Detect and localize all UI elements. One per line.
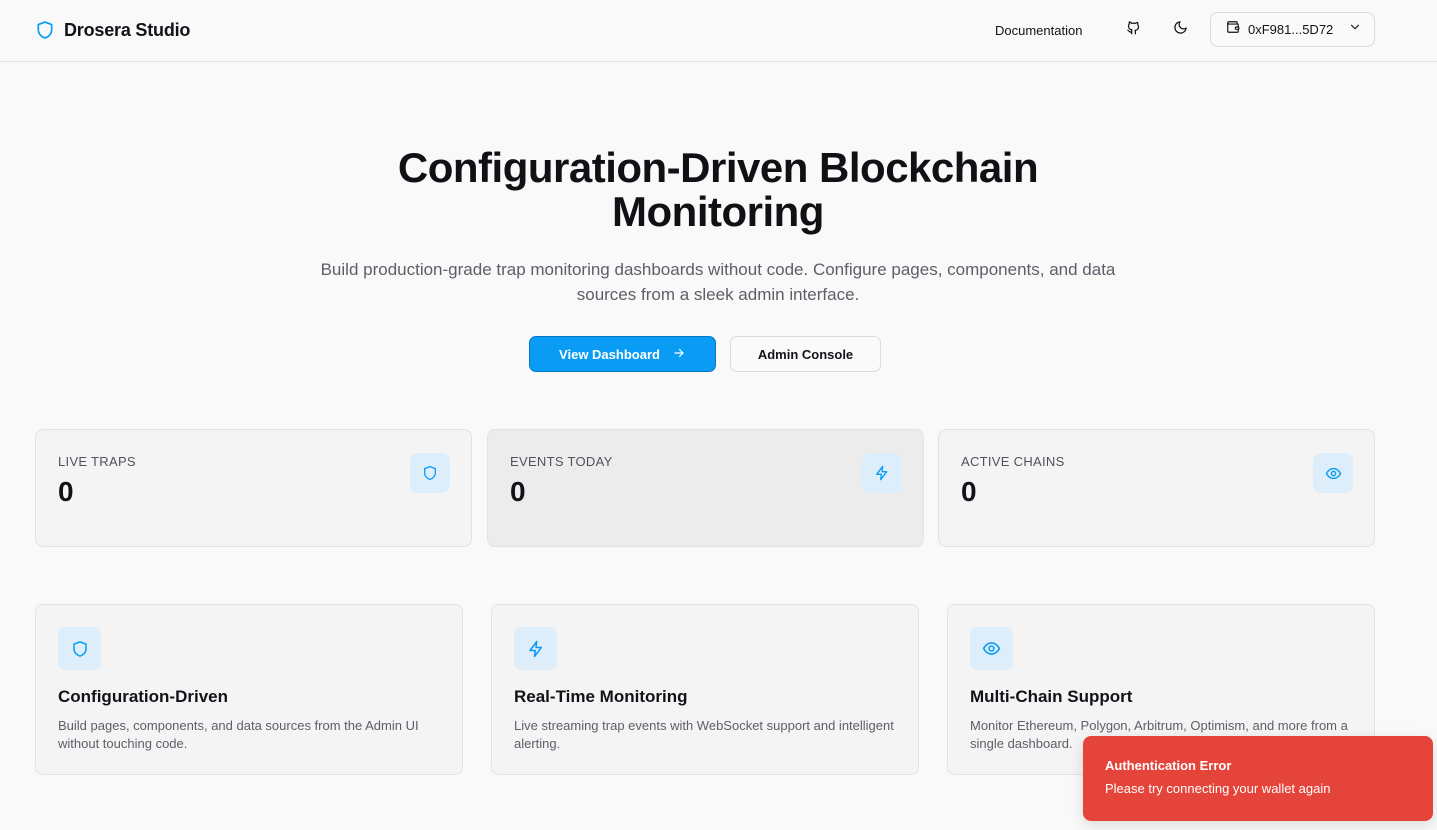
shield-icon bbox=[35, 20, 55, 40]
github-icon bbox=[1126, 20, 1141, 40]
stat-value: 0 bbox=[510, 476, 526, 507]
stat-card-live-traps: LIVE TRAPS 0 bbox=[35, 429, 472, 547]
feature-description: Build pages, components, and data source… bbox=[58, 718, 419, 751]
view-dashboard-button[interactable]: View Dashboard bbox=[529, 336, 716, 372]
hero-title: Configuration-Driven Blockchain Monitori… bbox=[397, 144, 1039, 235]
hero-subtitle: Build production-grade trap monitoring d… bbox=[320, 260, 1116, 304]
stat-value: 0 bbox=[58, 476, 74, 507]
shield-icon bbox=[58, 627, 101, 670]
lightning-icon bbox=[514, 627, 557, 670]
toast-message: Please try connecting your wallet again bbox=[1105, 781, 1331, 796]
chevron-down-icon bbox=[1348, 20, 1362, 39]
feature-card-realtime: Real-Time Monitoring Live streaming trap… bbox=[491, 604, 919, 775]
stat-value: 0 bbox=[961, 476, 977, 507]
arrow-right-icon bbox=[672, 346, 686, 363]
feature-title: Real-Time Monitoring bbox=[514, 687, 688, 706]
shield-icon bbox=[410, 453, 450, 493]
wallet-icon bbox=[1226, 20, 1240, 39]
brand-name: Drosera Studio bbox=[64, 19, 191, 40]
admin-console-button[interactable]: Admin Console bbox=[730, 336, 881, 372]
wallet-dropdown-button[interactable]: 0xF981...5D72 bbox=[1210, 12, 1375, 47]
lightning-icon bbox=[862, 453, 902, 493]
stat-label: ACTIVE CHAINS bbox=[961, 454, 1065, 469]
brand-logo-link[interactable]: Drosera Studio bbox=[35, 17, 190, 43]
stat-label: LIVE TRAPS bbox=[58, 454, 136, 469]
view-dashboard-label: View Dashboard bbox=[559, 346, 660, 362]
feature-card-configuration: Configuration-Driven Build pages, compon… bbox=[35, 604, 463, 775]
moon-icon bbox=[1173, 20, 1188, 40]
wallet-address: 0xF981...5D72 bbox=[1248, 22, 1334, 37]
feature-description: Live streaming trap events with WebSocke… bbox=[514, 718, 894, 751]
github-button[interactable] bbox=[1117, 15, 1149, 45]
feature-title: Multi-Chain Support bbox=[970, 687, 1133, 706]
top-navigation-bar: Drosera Studio Documentation 0xF981...5D… bbox=[0, 0, 1437, 62]
feature-title: Configuration-Driven bbox=[58, 687, 228, 706]
stat-card-active-chains: ACTIVE CHAINS 0 bbox=[938, 429, 1375, 547]
stat-label: EVENTS TODAY bbox=[510, 454, 613, 469]
eye-icon bbox=[1313, 453, 1353, 493]
theme-toggle-button[interactable] bbox=[1164, 15, 1196, 45]
documentation-link[interactable]: Documentation bbox=[983, 16, 1094, 44]
error-toast[interactable]: Authentication Error Please try connecti… bbox=[1083, 736, 1433, 821]
eye-icon bbox=[970, 627, 1013, 670]
stat-card-events-today: EVENTS TODAY 0 bbox=[487, 429, 924, 547]
toast-title: Authentication Error bbox=[1105, 758, 1232, 773]
